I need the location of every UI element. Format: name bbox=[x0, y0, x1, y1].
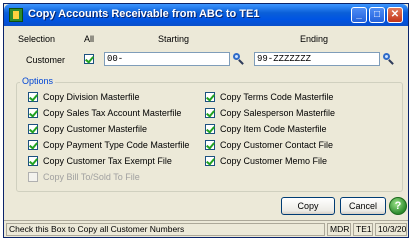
option-label: Copy Sales Tax Account Masterfile bbox=[43, 108, 182, 118]
option-checkbox[interactable] bbox=[28, 92, 38, 102]
app-icon[interactable] bbox=[9, 8, 23, 22]
status-module: MDR bbox=[327, 223, 351, 236]
ending-lookup-icon[interactable] bbox=[383, 53, 395, 65]
option-checkbox[interactable] bbox=[205, 156, 215, 166]
option-label: Copy Division Masterfile bbox=[43, 92, 140, 102]
status-message: Check this Box to Copy all Customer Numb… bbox=[6, 223, 325, 236]
option-label: Copy Customer Tax Exempt File bbox=[43, 156, 172, 166]
option-checkbox[interactable] bbox=[205, 124, 215, 134]
selection-header: Selection bbox=[18, 34, 56, 44]
customer-label: Customer bbox=[26, 55, 66, 65]
maximize-button[interactable]: □ bbox=[369, 7, 385, 23]
option-checkbox[interactable] bbox=[205, 108, 215, 118]
option-checkbox-disabled bbox=[28, 172, 38, 182]
window-title: Copy Accounts Receivable from ABC to TE1 bbox=[28, 8, 260, 20]
option-label: Copy Payment Type Code Masterfile bbox=[43, 140, 190, 150]
option-label: Copy Customer Memo File bbox=[220, 156, 328, 166]
help-icon[interactable]: ? bbox=[389, 197, 407, 215]
all-header: All bbox=[84, 34, 95, 44]
status-company: TE1 bbox=[353, 223, 373, 236]
copy-dialog-window: Copy Accounts Receivable from ABC to TE1… bbox=[3, 3, 409, 238]
option-label: Copy Terms Code Masterfile bbox=[220, 92, 334, 102]
option-label: Copy Bill To/Sold To File bbox=[43, 172, 140, 182]
minimize-button[interactable]: _ bbox=[351, 7, 367, 23]
cancel-button[interactable]: Cancel bbox=[340, 197, 386, 215]
ending-header: Ending bbox=[300, 34, 329, 44]
option-label: Copy Item Code Masterfile bbox=[220, 124, 327, 134]
copy-button[interactable]: Copy bbox=[281, 197, 335, 215]
option-label: Copy Customer Contact File bbox=[220, 140, 334, 150]
title-bar[interactable]: Copy Accounts Receivable from ABC to TE1… bbox=[4, 4, 408, 26]
starting-lookup-icon[interactable] bbox=[233, 53, 245, 65]
option-checkbox[interactable] bbox=[28, 124, 38, 134]
option-checkbox[interactable] bbox=[28, 156, 38, 166]
option-checkbox[interactable] bbox=[205, 140, 215, 150]
option-checkbox[interactable] bbox=[28, 140, 38, 150]
close-button[interactable]: ✕ bbox=[387, 7, 403, 23]
background-strip bbox=[0, 238, 418, 242]
options-title: Options bbox=[20, 76, 56, 86]
option-label: Copy Salesperson Masterfile bbox=[220, 108, 336, 118]
customer-ending-input[interactable]: 99-ZZZZZZZ bbox=[254, 52, 380, 66]
starting-header: Starting bbox=[158, 34, 190, 44]
option-label: Copy Customer Masterfile bbox=[43, 124, 148, 134]
customer-starting-input[interactable]: 00- bbox=[104, 52, 230, 66]
option-checkbox[interactable] bbox=[205, 92, 215, 102]
status-date: 10/3/2012 bbox=[375, 223, 407, 236]
status-bar: Check this Box to Copy all Customer Numb… bbox=[4, 220, 408, 238]
option-checkbox[interactable] bbox=[28, 108, 38, 118]
customer-all-checkbox[interactable] bbox=[84, 54, 94, 64]
